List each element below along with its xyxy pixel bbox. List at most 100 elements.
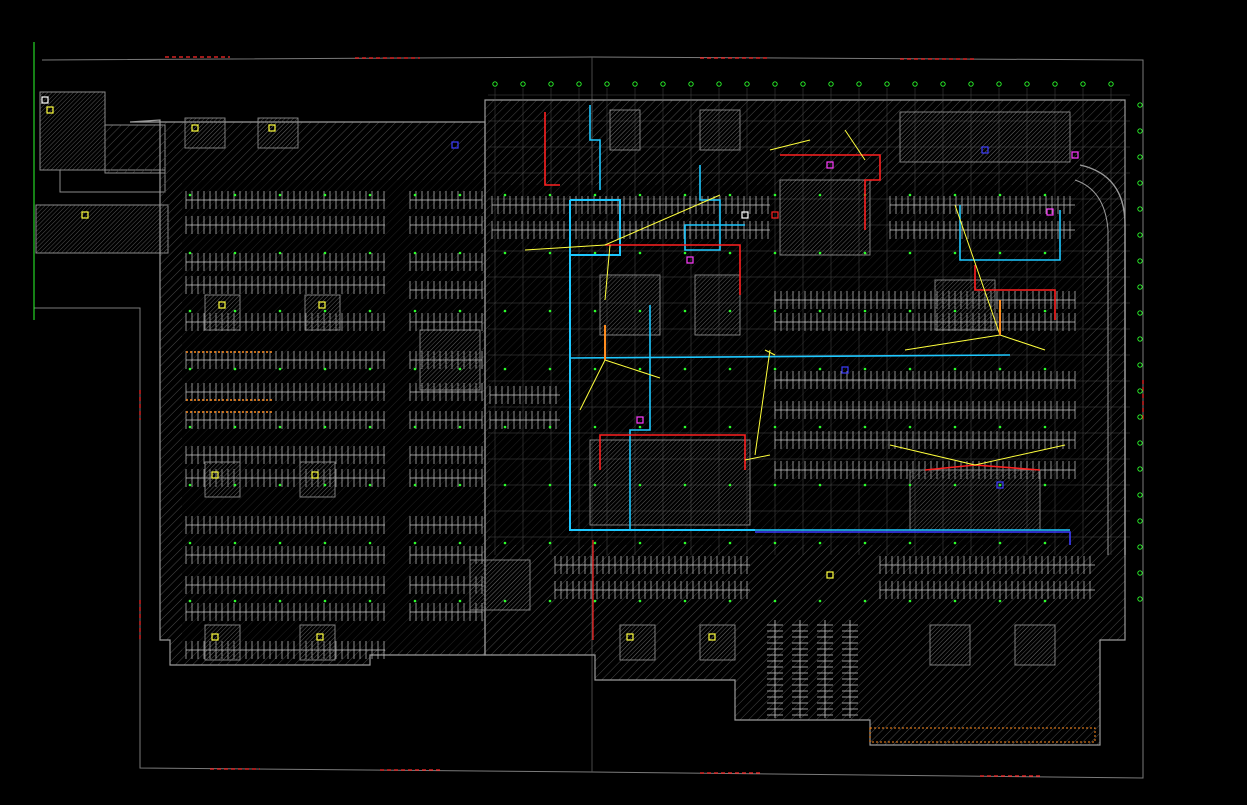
column-dot bbox=[863, 309, 867, 313]
column-dot bbox=[503, 425, 507, 429]
column-marker-right bbox=[1137, 596, 1143, 602]
column-marker-top bbox=[1052, 81, 1058, 87]
annex-block-bottom bbox=[35, 204, 169, 254]
column-dot bbox=[683, 193, 687, 197]
column-dot bbox=[233, 193, 237, 197]
column-dot bbox=[1043, 251, 1047, 255]
core-block bbox=[204, 624, 241, 661]
column-dot bbox=[458, 541, 462, 545]
column-marker-top bbox=[828, 81, 834, 87]
column-marker-top bbox=[996, 81, 1002, 87]
column-dot bbox=[1043, 425, 1047, 429]
column-dot bbox=[413, 251, 417, 255]
column-dot bbox=[773, 309, 777, 313]
column-dot bbox=[818, 367, 822, 371]
column-dot bbox=[188, 193, 192, 197]
column-dot bbox=[188, 367, 192, 371]
column-dot bbox=[1043, 193, 1047, 197]
core-block bbox=[609, 109, 641, 151]
column-dot bbox=[773, 251, 777, 255]
column-marker-right bbox=[1137, 544, 1143, 550]
column-dot bbox=[773, 193, 777, 197]
column-dot bbox=[368, 309, 372, 313]
column-dot bbox=[998, 367, 1002, 371]
column-dot bbox=[413, 599, 417, 603]
column-dot bbox=[593, 251, 597, 255]
column-marker-right bbox=[1137, 102, 1143, 108]
column-dot bbox=[593, 309, 597, 313]
column-marker-top bbox=[856, 81, 862, 87]
column-dot bbox=[413, 483, 417, 487]
column-dot bbox=[953, 367, 957, 371]
column-dot bbox=[953, 599, 957, 603]
column-dot bbox=[593, 425, 597, 429]
column-dot bbox=[503, 309, 507, 313]
column-dot bbox=[728, 193, 732, 197]
column-dot bbox=[683, 425, 687, 429]
column-dot bbox=[593, 483, 597, 487]
column-dot bbox=[188, 309, 192, 313]
column-marker-top bbox=[912, 81, 918, 87]
column-dot bbox=[728, 251, 732, 255]
column-marker-top bbox=[492, 81, 498, 87]
column-dot bbox=[683, 251, 687, 255]
column-dot bbox=[188, 599, 192, 603]
core-block bbox=[909, 469, 1041, 531]
column-dot bbox=[728, 599, 732, 603]
column-marker-right bbox=[1137, 518, 1143, 524]
column-dot bbox=[908, 309, 912, 313]
column-dot bbox=[638, 193, 642, 197]
column-dot bbox=[548, 483, 552, 487]
core-block bbox=[699, 624, 736, 661]
column-marker-top bbox=[772, 81, 778, 87]
column-dot bbox=[638, 425, 642, 429]
core-block bbox=[934, 279, 996, 331]
column-dot bbox=[458, 425, 462, 429]
column-dot bbox=[413, 367, 417, 371]
column-dot bbox=[863, 425, 867, 429]
column-marker-right bbox=[1137, 206, 1143, 212]
column-dot bbox=[368, 193, 372, 197]
column-marker-right bbox=[1137, 128, 1143, 134]
column-dot bbox=[773, 425, 777, 429]
column-dot bbox=[323, 425, 327, 429]
column-dot bbox=[503, 541, 507, 545]
column-dot bbox=[998, 541, 1002, 545]
column-dot bbox=[548, 367, 552, 371]
column-dot bbox=[233, 251, 237, 255]
column-dot bbox=[998, 599, 1002, 603]
column-dot bbox=[1043, 599, 1047, 603]
column-dot bbox=[233, 425, 237, 429]
column-dot bbox=[548, 309, 552, 313]
column-dot bbox=[638, 367, 642, 371]
column-dot bbox=[953, 541, 957, 545]
column-marker-right bbox=[1137, 310, 1143, 316]
column-dot bbox=[728, 367, 732, 371]
column-marker-right bbox=[1137, 570, 1143, 576]
column-marker-right bbox=[1137, 466, 1143, 472]
column-dot bbox=[818, 193, 822, 197]
column-dot bbox=[728, 483, 732, 487]
column-dot bbox=[683, 541, 687, 545]
core-block bbox=[899, 111, 1071, 163]
column-dot bbox=[773, 483, 777, 487]
column-dot bbox=[728, 425, 732, 429]
column-marker-top bbox=[744, 81, 750, 87]
column-marker-top bbox=[688, 81, 694, 87]
column-dot bbox=[908, 541, 912, 545]
core-block bbox=[694, 274, 741, 336]
column-dot bbox=[233, 309, 237, 313]
column-dot bbox=[233, 483, 237, 487]
column-dot bbox=[458, 309, 462, 313]
column-dot bbox=[863, 483, 867, 487]
column-dot bbox=[413, 309, 417, 313]
column-dot bbox=[323, 309, 327, 313]
column-dot bbox=[953, 425, 957, 429]
column-dot bbox=[953, 483, 957, 487]
core-block bbox=[184, 117, 226, 149]
column-marker-right bbox=[1137, 284, 1143, 290]
column-dot bbox=[728, 309, 732, 313]
column-dot bbox=[323, 541, 327, 545]
annex-link bbox=[104, 124, 166, 174]
column-marker-right bbox=[1137, 154, 1143, 160]
